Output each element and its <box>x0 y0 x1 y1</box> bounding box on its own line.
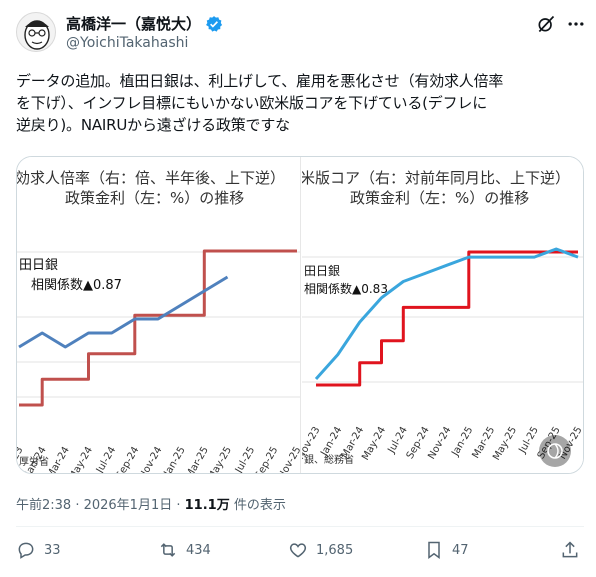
swirl-icon <box>547 443 563 459</box>
bookmark-icon <box>428 541 440 559</box>
left-chart-image[interactable]: 効求人倍率（右：倍、半年後、上下逆） 政策金利（左：%）の推移 田日銀 相関係数… <box>17 157 300 474</box>
x-tick-label: May-24 <box>67 445 95 474</box>
tweet-text-line: データの追加。植田日銀は、利上げして、雇用を悪化させ（有効求人倍率 <box>16 72 504 90</box>
grok-icon[interactable] <box>536 14 556 34</box>
like-count: 1,685 <box>316 542 354 558</box>
tweet-meta: 午前2:38 · 2026年1月1日 · 11.1万 件の表示 <box>16 494 286 513</box>
policy-rate-line <box>316 250 578 387</box>
x-tick-label: Sep-24 <box>114 445 141 474</box>
repost-button[interactable]: 434 <box>158 540 211 560</box>
bookmark-button[interactable]: 47 <box>424 540 469 560</box>
x-tick-label: Jul-24 <box>94 445 118 474</box>
left-chart-subtitle: 政策金利（左：%）の推移 <box>65 189 244 207</box>
x-tick-label: Nov-25 <box>276 445 300 474</box>
reply-count: 33 <box>44 542 61 558</box>
left-chart-source: 厚労省 <box>19 455 49 468</box>
x-tick-label: Mar-24 <box>45 445 72 474</box>
right-chart-image[interactable]: 米版コア（右：対前年同月比、上下逆） 政策金利（左：%）の推移 田日銀 相関係数… <box>302 157 583 473</box>
tweet-timestamp[interactable]: 午前2:38 · 2026年1月1日 · <box>16 498 185 513</box>
view-count-label: 件の表示 <box>229 498 286 513</box>
share-button[interactable] <box>560 540 580 560</box>
author-handle[interactable]: @YoichiTakahashi <box>66 35 188 51</box>
author-display-name[interactable]: 高橋洋一（嘉悦大） <box>66 13 201 34</box>
x-tick-label: Nov-24 <box>137 445 164 474</box>
tweet-media[interactable]: 効求人倍率（右：倍、半年後、上下逆） 政策金利（左：%）の推移 田日銀 相関係数… <box>16 156 584 474</box>
right-chart-annotation-corr: 相関係数▲0.83 <box>304 281 388 296</box>
tweet-text: データの追加。植田日銀は、利上げして、雇用を悪化させ（有効求人倍率 を下げ）、イ… <box>16 70 584 136</box>
x-tick-label: May-25 <box>206 445 234 474</box>
heart-icon <box>289 543 307 558</box>
verified-badge-icon <box>206 15 223 32</box>
left-chart-annotation-title: 田日銀 <box>19 258 58 273</box>
x-tick-label: Jan-25 <box>162 445 188 474</box>
policy-rate-line <box>19 249 297 407</box>
right-chart-source: 銀、総務省 <box>304 453 354 466</box>
reply-icon <box>18 542 34 559</box>
media-alt-overlay[interactable] <box>539 435 571 467</box>
bookmark-count: 47 <box>452 542 469 558</box>
right-chart-title: 米版コア（右：対前年同月比、上下逆） <box>302 169 570 187</box>
tweet-text-line: 逆戻り)。NAIRUから遠ざける政策ですな <box>16 116 290 134</box>
avatar[interactable] <box>16 12 56 52</box>
action-bar: 33 434 1,685 47 <box>0 540 596 570</box>
avatar-caricature-icon <box>24 20 50 50</box>
x-tick-label: Sep-25 <box>253 445 280 474</box>
repost-icon <box>160 543 176 557</box>
x-tick-label: Mar-25 <box>184 445 211 474</box>
repost-count: 434 <box>186 542 211 558</box>
like-button[interactable]: 1,685 <box>288 540 353 560</box>
separator <box>16 526 584 527</box>
x-tick-label: Jul-25 <box>233 445 257 474</box>
left-chart-annotation-corr: 相関係数▲0.87 <box>31 278 122 293</box>
tweet-text-line: を下げ）、インフレ目標にもいかない欧米版コアを下げている(デフレに <box>16 94 488 112</box>
right-chart-subtitle: 政策金利（左：%）の推移 <box>350 189 529 207</box>
share-icon <box>562 541 578 558</box>
view-count: 11.1万 <box>184 498 230 513</box>
reply-button[interactable]: 33 <box>16 540 61 560</box>
left-chart-title: 効求人倍率（右：倍、半年後、上下逆） <box>17 169 285 187</box>
right-chart-annotation-title: 田日銀 <box>304 264 340 278</box>
more-options-icon[interactable] <box>566 14 586 34</box>
indicator-line <box>314 247 579 380</box>
